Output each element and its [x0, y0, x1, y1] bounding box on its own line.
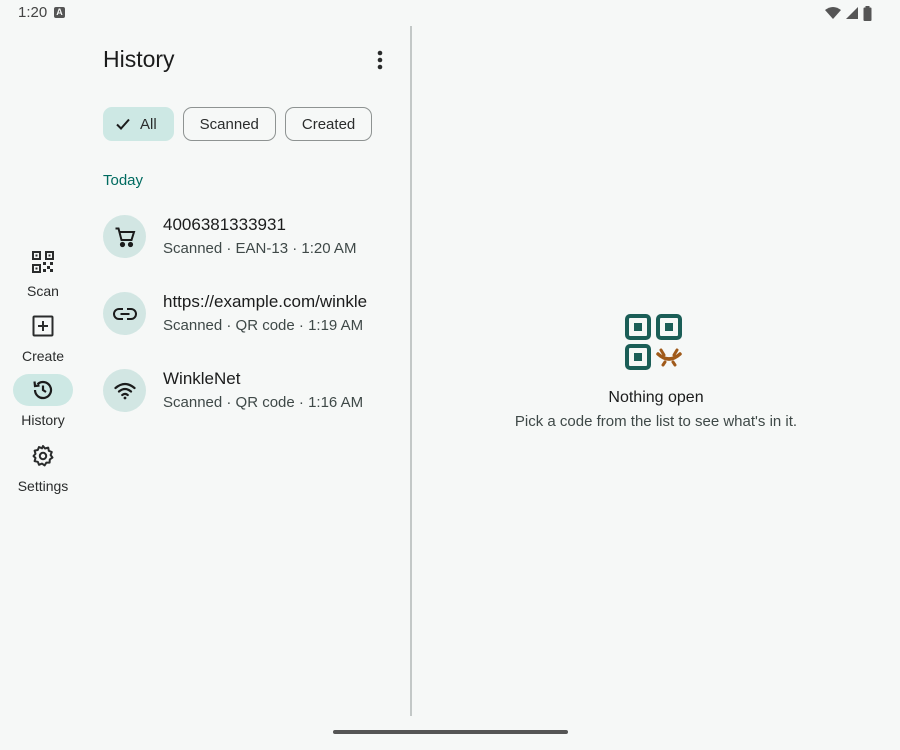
cart-icon — [115, 227, 135, 247]
system-icons — [825, 5, 872, 21]
rail-icon-container — [13, 440, 73, 472]
page-title: History — [103, 46, 175, 72]
rail-icon-container — [13, 246, 73, 278]
rail-item-scan[interactable]: Scan — [0, 240, 86, 300]
rail-item-history[interactable]: History — [0, 374, 86, 434]
item-icon-container — [103, 369, 146, 412]
section-header-today: Today — [103, 172, 144, 189]
empty-state-title: Nothing open — [608, 389, 704, 406]
history-item[interactable]: https://example.com/winkle Scanned · QR … — [103, 292, 403, 352]
filter-chip-all[interactable]: All — [103, 107, 174, 141]
history-icon — [33, 380, 53, 400]
status-bar: 1:20 A — [0, 0, 900, 26]
notification-icon: A — [54, 7, 65, 18]
gear-icon — [32, 445, 54, 467]
status-time: 1:20 — [18, 4, 48, 21]
rail-label-scan: Scan — [27, 283, 59, 299]
gesture-navigation-bar[interactable] — [333, 730, 568, 734]
add-box-icon — [32, 315, 54, 337]
wifi-status-icon — [825, 7, 841, 19]
item-title: 4006381333931 — [163, 215, 286, 234]
battery-icon — [863, 5, 872, 21]
link-icon — [112, 307, 137, 320]
wifi-icon — [113, 382, 136, 399]
detail-pane: Nothing open Pick a code from the list t… — [412, 26, 900, 716]
filter-chip-scanned[interactable]: Scanned — [182, 107, 276, 141]
item-subtitle: Scanned · EAN-13 · 1:20 AM — [163, 240, 357, 257]
history-list-pane: History All Scanned Created Today 400638… — [86, 26, 411, 716]
filter-chips: All Scanned Created — [103, 107, 373, 141]
more-vert-icon — [377, 50, 383, 70]
filter-chip-created[interactable]: Created — [284, 107, 373, 141]
item-icon-container — [103, 215, 146, 258]
item-title: https://example.com/winkle — [163, 292, 368, 311]
rail-label-create: Create — [21, 348, 65, 364]
chip-label: All — [140, 115, 157, 133]
overflow-menu-button[interactable] — [368, 48, 392, 72]
item-title: WinkleNet — [163, 369, 241, 388]
signal-icon — [846, 7, 858, 19]
rail-icon-container — [13, 310, 73, 342]
rail-active-indicator — [13, 374, 73, 406]
empty-state-subtitle: Pick a code from the list to see what's … — [514, 413, 798, 430]
rail-label-settings: Settings — [17, 478, 69, 494]
rail-item-settings[interactable]: Settings — [0, 440, 86, 500]
rail-item-create[interactable]: Create — [0, 310, 86, 370]
item-subtitle: Scanned · QR code · 1:16 AM — [163, 394, 364, 411]
qr-scan-icon — [32, 251, 54, 273]
item-subtitle: Scanned · QR code · 1:19 AM — [163, 317, 364, 334]
item-icon-container — [103, 292, 146, 335]
check-icon — [114, 115, 132, 133]
chip-label: Created — [301, 115, 356, 133]
chip-label: Scanned — [199, 115, 259, 133]
sleeping-qr-illustration — [625, 314, 682, 370]
history-item[interactable]: 4006381333931 Scanned · EAN-13 · 1:20 AM — [103, 215, 403, 275]
history-item[interactable]: WinkleNet Scanned · QR code · 1:16 AM — [103, 369, 403, 429]
rail-label-history: History — [21, 412, 65, 428]
